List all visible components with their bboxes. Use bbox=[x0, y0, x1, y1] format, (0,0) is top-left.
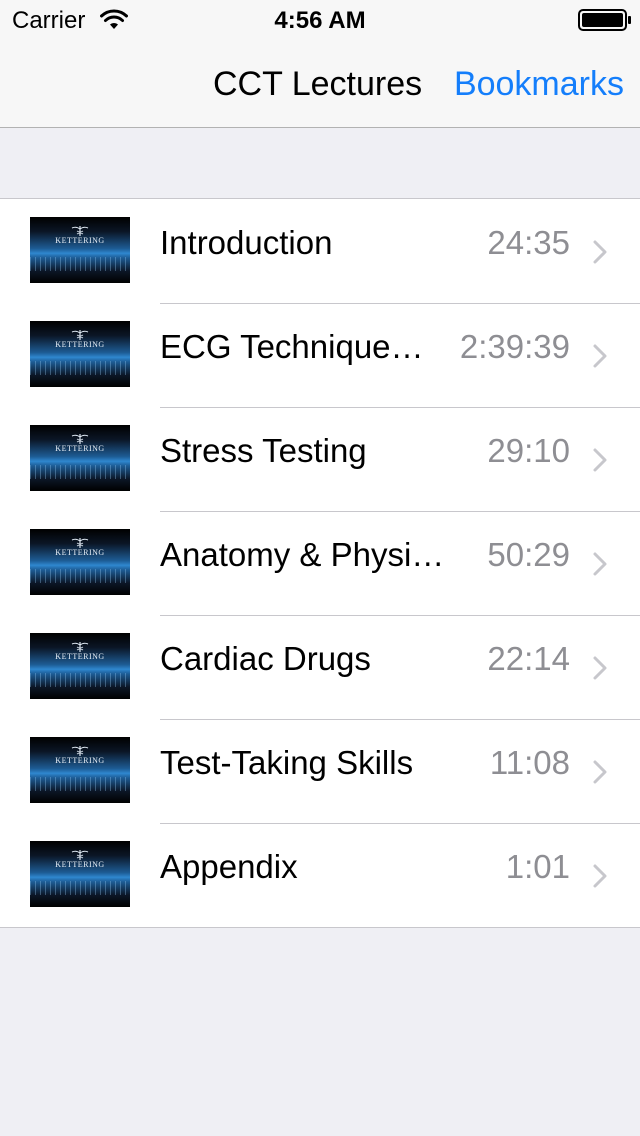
lecture-title: Introduction bbox=[160, 224, 333, 261]
lecture-duration: 2:39:39 bbox=[459, 328, 570, 365]
chevron-right-icon bbox=[593, 760, 607, 784]
lecture-thumbnail: KETTERING bbox=[30, 737, 130, 803]
chevron-right-icon bbox=[593, 656, 607, 680]
lecture-title: Appendix bbox=[160, 848, 298, 885]
battery-icon bbox=[578, 9, 631, 31]
chevron-right-icon bbox=[593, 864, 607, 888]
lecture-thumbnail: KETTERING bbox=[30, 425, 130, 491]
lecture-duration: 22:14 bbox=[487, 640, 570, 677]
thumbnail-ecg-lines bbox=[30, 361, 130, 375]
lecture-row[interactable]: KETTERING Test-Taking Skills 11:08 bbox=[0, 719, 640, 823]
bookmarks-button[interactable]: Bookmarks bbox=[454, 64, 624, 104]
lecture-thumbnail: KETTERING bbox=[30, 529, 130, 595]
lecture-row[interactable]: KETTERING Anatomy & Physi… 50:29 bbox=[0, 511, 640, 615]
lecture-title: ECG Technique… bbox=[160, 328, 424, 365]
lecture-duration: 1:01 bbox=[505, 848, 570, 885]
thumbnail-logo-text: KETTERING bbox=[55, 860, 105, 869]
lecture-title: Test-Taking Skills bbox=[160, 744, 414, 781]
thumbnail-ecg-lines bbox=[30, 881, 130, 895]
status-time: 4:56 AM bbox=[274, 7, 366, 34]
lecture-row[interactable]: KETTERING Cardiac Drugs 22:14 bbox=[0, 615, 640, 719]
thumbnail-logo-text: KETTERING bbox=[55, 756, 105, 765]
lecture-thumbnail: KETTERING bbox=[30, 321, 130, 387]
thumbnail-logo-text: KETTERING bbox=[55, 236, 105, 245]
lecture-title: Cardiac Drugs bbox=[160, 640, 371, 677]
lecture-thumbnail: KETTERING bbox=[30, 633, 130, 699]
lecture-row[interactable]: KETTERING ECG Technique… 2:39:39 bbox=[0, 303, 640, 407]
lecture-title: Anatomy & Physi… bbox=[160, 536, 445, 573]
lecture-row[interactable]: KETTERING Stress Testing 29:10 bbox=[0, 407, 640, 511]
navigation-bar: CCT Lectures Bookmarks bbox=[0, 40, 640, 128]
chevron-right-icon bbox=[593, 552, 607, 576]
thumbnail-logo-text: KETTERING bbox=[55, 652, 105, 661]
lecture-list: KETTERING Introduction 24:35 KETTERING E… bbox=[0, 198, 640, 928]
thumbnail-ecg-lines bbox=[30, 777, 130, 791]
lecture-duration: 50:29 bbox=[487, 536, 570, 573]
thumbnail-ecg-lines bbox=[30, 569, 130, 583]
page-title: CCT Lectures bbox=[213, 65, 423, 103]
thumbnail-ecg-lines bbox=[30, 257, 130, 271]
thumbnail-logo-text: KETTERING bbox=[55, 340, 105, 349]
lecture-row[interactable]: KETTERING Introduction 24:35 bbox=[0, 199, 640, 303]
lecture-duration: 29:10 bbox=[487, 432, 570, 469]
chevron-right-icon bbox=[593, 240, 607, 264]
lecture-duration: 24:35 bbox=[487, 224, 570, 261]
lecture-thumbnail: KETTERING bbox=[30, 841, 130, 907]
thumbnail-ecg-lines bbox=[30, 465, 130, 479]
lecture-row[interactable]: KETTERING Appendix 1:01 bbox=[0, 823, 640, 927]
chevron-right-icon bbox=[593, 448, 607, 472]
chevron-right-icon bbox=[593, 344, 607, 368]
lecture-duration: 11:08 bbox=[489, 744, 570, 781]
status-bar: Carrier 4:56 AM bbox=[0, 0, 640, 40]
thumbnail-ecg-lines bbox=[30, 673, 130, 687]
thumbnail-logo-text: KETTERING bbox=[55, 444, 105, 453]
thumbnail-logo-text: KETTERING bbox=[55, 548, 105, 557]
lecture-thumbnail: KETTERING bbox=[30, 217, 130, 283]
lecture-title: Stress Testing bbox=[160, 432, 367, 469]
